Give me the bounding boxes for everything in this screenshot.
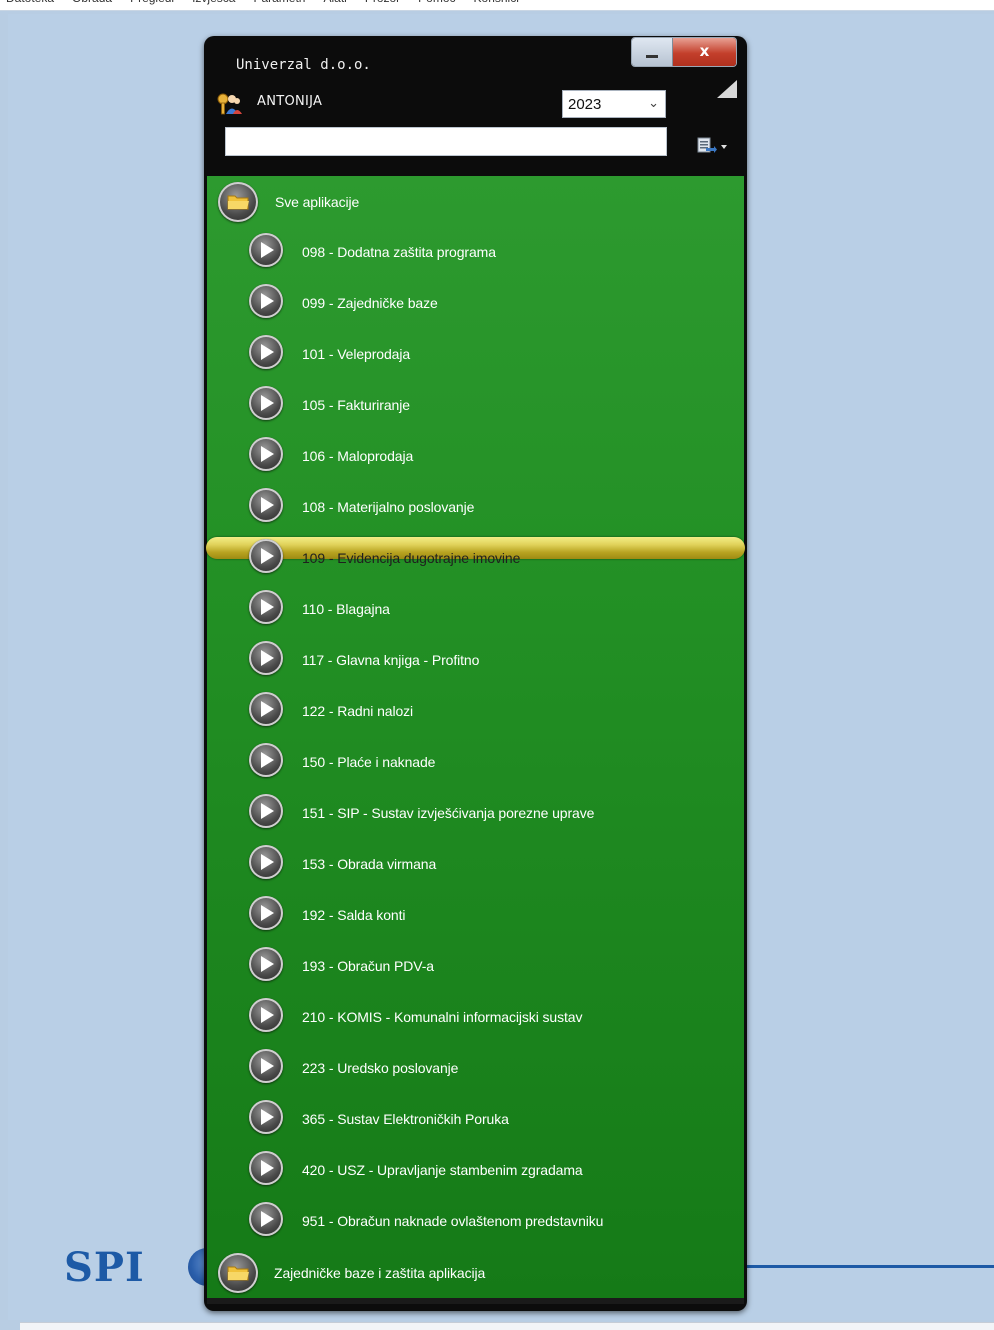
- chevron-down-icon: ⌄: [648, 95, 659, 110]
- app-item[interactable]: 210 - KOMIS - Komunalni informacijski su…: [207, 992, 744, 1043]
- spi-logo: SPI: [64, 1244, 145, 1291]
- play-icon: [249, 539, 283, 573]
- play-icon: [249, 794, 283, 828]
- app-item[interactable]: 105 - Fakturiranje: [207, 380, 744, 431]
- app-item[interactable]: 110 - Blagajna: [207, 584, 744, 635]
- category-shared-db[interactable]: Zajedničke baze i zaštita aplikacija: [207, 1247, 744, 1298]
- play-icon: [249, 947, 283, 981]
- menu-item-izvješća[interactable]: Izvješća: [192, 0, 235, 5]
- app-item[interactable]: 150 - Plaće i naknade: [207, 737, 744, 788]
- app-item[interactable]: 192 - Salda konti: [207, 890, 744, 941]
- folder-icon: [218, 1253, 258, 1293]
- item-label: 099 - Zajedničke baze: [302, 295, 438, 311]
- application-launcher-window: Univerzal d.o.o. x ANTONIJA 2023 ⌄ Sve a…: [204, 36, 747, 1311]
- play-icon: [249, 1100, 283, 1134]
- export-dropdown-icon[interactable]: [696, 136, 728, 156]
- menu-item-alati[interactable]: Alati: [323, 0, 346, 5]
- app-menubar: Datoteka Obrada Pregledi Izvješća Parametri A…: [0, 0, 994, 11]
- play-icon: [249, 233, 283, 267]
- item-label: Sve aplikacije: [275, 194, 360, 210]
- menubar-items: Datoteka Obrada Pregledi Izvješća Parametri A…: [6, 0, 519, 5]
- play-icon: [249, 335, 283, 369]
- item-label: Zajedničke baze i zaštita aplikacija: [274, 1265, 486, 1281]
- folder-icon: [218, 182, 258, 222]
- application-list: Sve aplikacije 098 - Dodatna zaštita prog…: [206, 176, 745, 1298]
- item-label: 109 - Evidencija dugotrajne imovine: [302, 550, 521, 566]
- item-label: 122 - Radni nalozi: [302, 703, 414, 719]
- menu-item-datoteka[interactable]: Datoteka: [6, 0, 54, 5]
- app-item[interactable]: 153 - Obrada virmana: [207, 839, 744, 890]
- list-footer-bar: [207, 1298, 744, 1304]
- app-item[interactable]: 193 - Obračun PDV-a: [207, 941, 744, 992]
- play-icon: [249, 1202, 283, 1236]
- play-icon: [249, 386, 283, 420]
- item-label: 106 - Maloprodaja: [302, 448, 414, 464]
- play-icon: [249, 692, 283, 726]
- play-icon: [249, 896, 283, 930]
- app-item[interactable]: 109 - Evidencija dugotrajne imovine: [206, 533, 745, 584]
- app-item[interactable]: 098 - Dodatna zaštita programa: [207, 227, 744, 278]
- app-item[interactable]: 151 - SIP - Sustav izvješćivanja porezne…: [207, 788, 744, 839]
- search-input[interactable]: [226, 128, 666, 155]
- play-icon: [249, 284, 283, 318]
- item-label: 223 - Uredsko poslovanje: [302, 1060, 459, 1076]
- item-label: 151 - SIP - Sustav izvješćivanja porezne…: [302, 805, 595, 821]
- item-label: 193 - Obračun PDV-a: [302, 958, 434, 974]
- item-label: 110 - Blagajna: [302, 601, 390, 617]
- close-icon[interactable]: x: [673, 38, 736, 66]
- app-item[interactable]: 106 - Maloprodaja: [207, 431, 744, 482]
- logo-underline: [745, 1265, 994, 1268]
- item-label: 117 - Glavna knjiga - Profitno: [302, 652, 480, 668]
- play-icon: [249, 1151, 283, 1185]
- item-label: 101 - Veleprodaja: [302, 346, 411, 362]
- year-value: 2023: [568, 96, 602, 113]
- play-icon: [249, 488, 283, 522]
- play-icon: [249, 590, 283, 624]
- item-label: 150 - Plaće i naknade: [302, 754, 436, 770]
- item-label: 192 - Salda konti: [302, 907, 406, 923]
- play-icon: [249, 1049, 283, 1083]
- play-icon: [249, 845, 283, 879]
- item-label: 098 - Dodatna zaštita programa: [302, 244, 496, 260]
- item-label: 210 - KOMIS - Komunalni informacijski su…: [302, 1009, 583, 1025]
- menu-item-obrada[interactable]: Obrada: [72, 0, 112, 5]
- window-controls: x: [631, 37, 737, 67]
- menu-item-prozor[interactable]: Prozor: [365, 0, 400, 5]
- users-key-icon: [217, 93, 242, 115]
- menu-item-pregledi[interactable]: Pregledi: [130, 0, 174, 5]
- item-label: 365 - Sustav Elektroničkih Poruka: [302, 1111, 509, 1127]
- play-icon: [249, 743, 283, 777]
- launcher-header: Univerzal d.o.o. x ANTONIJA 2023 ⌄: [204, 36, 747, 176]
- year-select[interactable]: 2023 ⌄: [562, 90, 666, 118]
- menu-item-parametri[interactable]: Parametri: [253, 0, 305, 5]
- menu-item-pomoć[interactable]: Pomoć: [418, 0, 455, 5]
- item-label: 951 - Obračun naknade ovlaštenom predsta…: [302, 1213, 604, 1229]
- app-item[interactable]: 420 - USZ - Upravljanje stambenim zgrada…: [207, 1145, 744, 1196]
- item-label: 153 - Obrada virmana: [302, 856, 437, 872]
- app-item[interactable]: 951 - Obračun naknade ovlaštenom predsta…: [207, 1196, 744, 1247]
- user-name: ANTONIJA: [257, 94, 323, 109]
- corner-fold-icon[interactable]: [717, 80, 737, 98]
- app-item[interactable]: 101 - Veleprodaja: [207, 329, 744, 380]
- app-item[interactable]: 108 - Materijalno poslovanje: [207, 482, 744, 533]
- category-all-apps[interactable]: Sve aplikacije: [207, 176, 744, 227]
- app-item[interactable]: 099 - Zajedničke baze: [207, 278, 744, 329]
- menu-item-korisnici[interactable]: Korisnici: [474, 0, 519, 5]
- search-field[interactable]: [225, 127, 667, 156]
- app-item[interactable]: 223 - Uredsko poslovanje: [207, 1043, 744, 1094]
- play-icon: [249, 641, 283, 675]
- item-label: 108 - Materijalno poslovanje: [302, 499, 475, 515]
- minimize-icon[interactable]: [632, 38, 673, 66]
- item-label: 105 - Fakturiranje: [302, 397, 410, 413]
- app-item[interactable]: 117 - Glavna knjiga - Profitno: [207, 635, 744, 686]
- item-label: 420 - USZ - Upravljanje stambenim zgrada…: [302, 1162, 583, 1178]
- app-item[interactable]: 122 - Radni nalozi: [207, 686, 744, 737]
- app-item[interactable]: 365 - Sustav Elektroničkih Poruka: [207, 1094, 744, 1145]
- company-name: Univerzal d.o.o.: [236, 57, 371, 73]
- play-icon: [249, 998, 283, 1032]
- play-icon: [249, 437, 283, 471]
